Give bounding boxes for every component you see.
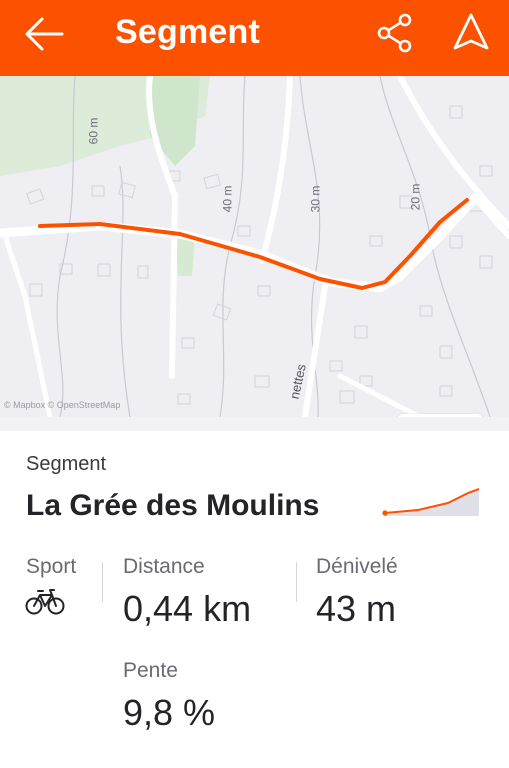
contour-label-30: 30 m <box>308 185 323 213</box>
bicycle-icon <box>25 589 65 615</box>
contour-label-40: 40 m <box>220 185 235 213</box>
elevation-label: Dénivelé <box>316 555 398 578</box>
navigation-arrow-icon <box>453 13 489 50</box>
map-attribution[interactable]: © Mapbox © OpenStreetMap <box>4 400 120 410</box>
page-title: Segment <box>115 13 260 51</box>
elevation-value: 43 m <box>316 588 397 629</box>
distance-value: 0,44 km <box>123 588 252 629</box>
contour-label-20: 20 m <box>408 183 423 211</box>
section-divider <box>0 417 509 431</box>
share-icon <box>377 13 412 53</box>
segment-name: La Grée des Moulins <box>26 489 320 522</box>
grade-value: 9,8 % <box>123 692 216 733</box>
grade-label: Pente <box>123 659 178 682</box>
distance-label: Distance <box>123 555 205 578</box>
arrow-left-icon <box>25 17 64 51</box>
navigate-button[interactable] <box>448 10 494 56</box>
stat-divider <box>296 562 297 602</box>
elevation-profile-icon <box>382 488 480 516</box>
segment-type-label: Segment <box>26 453 107 475</box>
segment-map[interactable]: 60 m 40 m 30 m 20 m nettes © Mapbox © Op… <box>0 76 509 417</box>
top-app-bar: Segment <box>0 0 509 76</box>
contour-label-60: 60 m <box>86 117 101 145</box>
sport-label: Sport <box>26 555 77 578</box>
back-button[interactable] <box>22 14 68 54</box>
map-background <box>0 76 509 417</box>
stat-divider <box>102 562 103 602</box>
share-button[interactable] <box>372 10 418 56</box>
